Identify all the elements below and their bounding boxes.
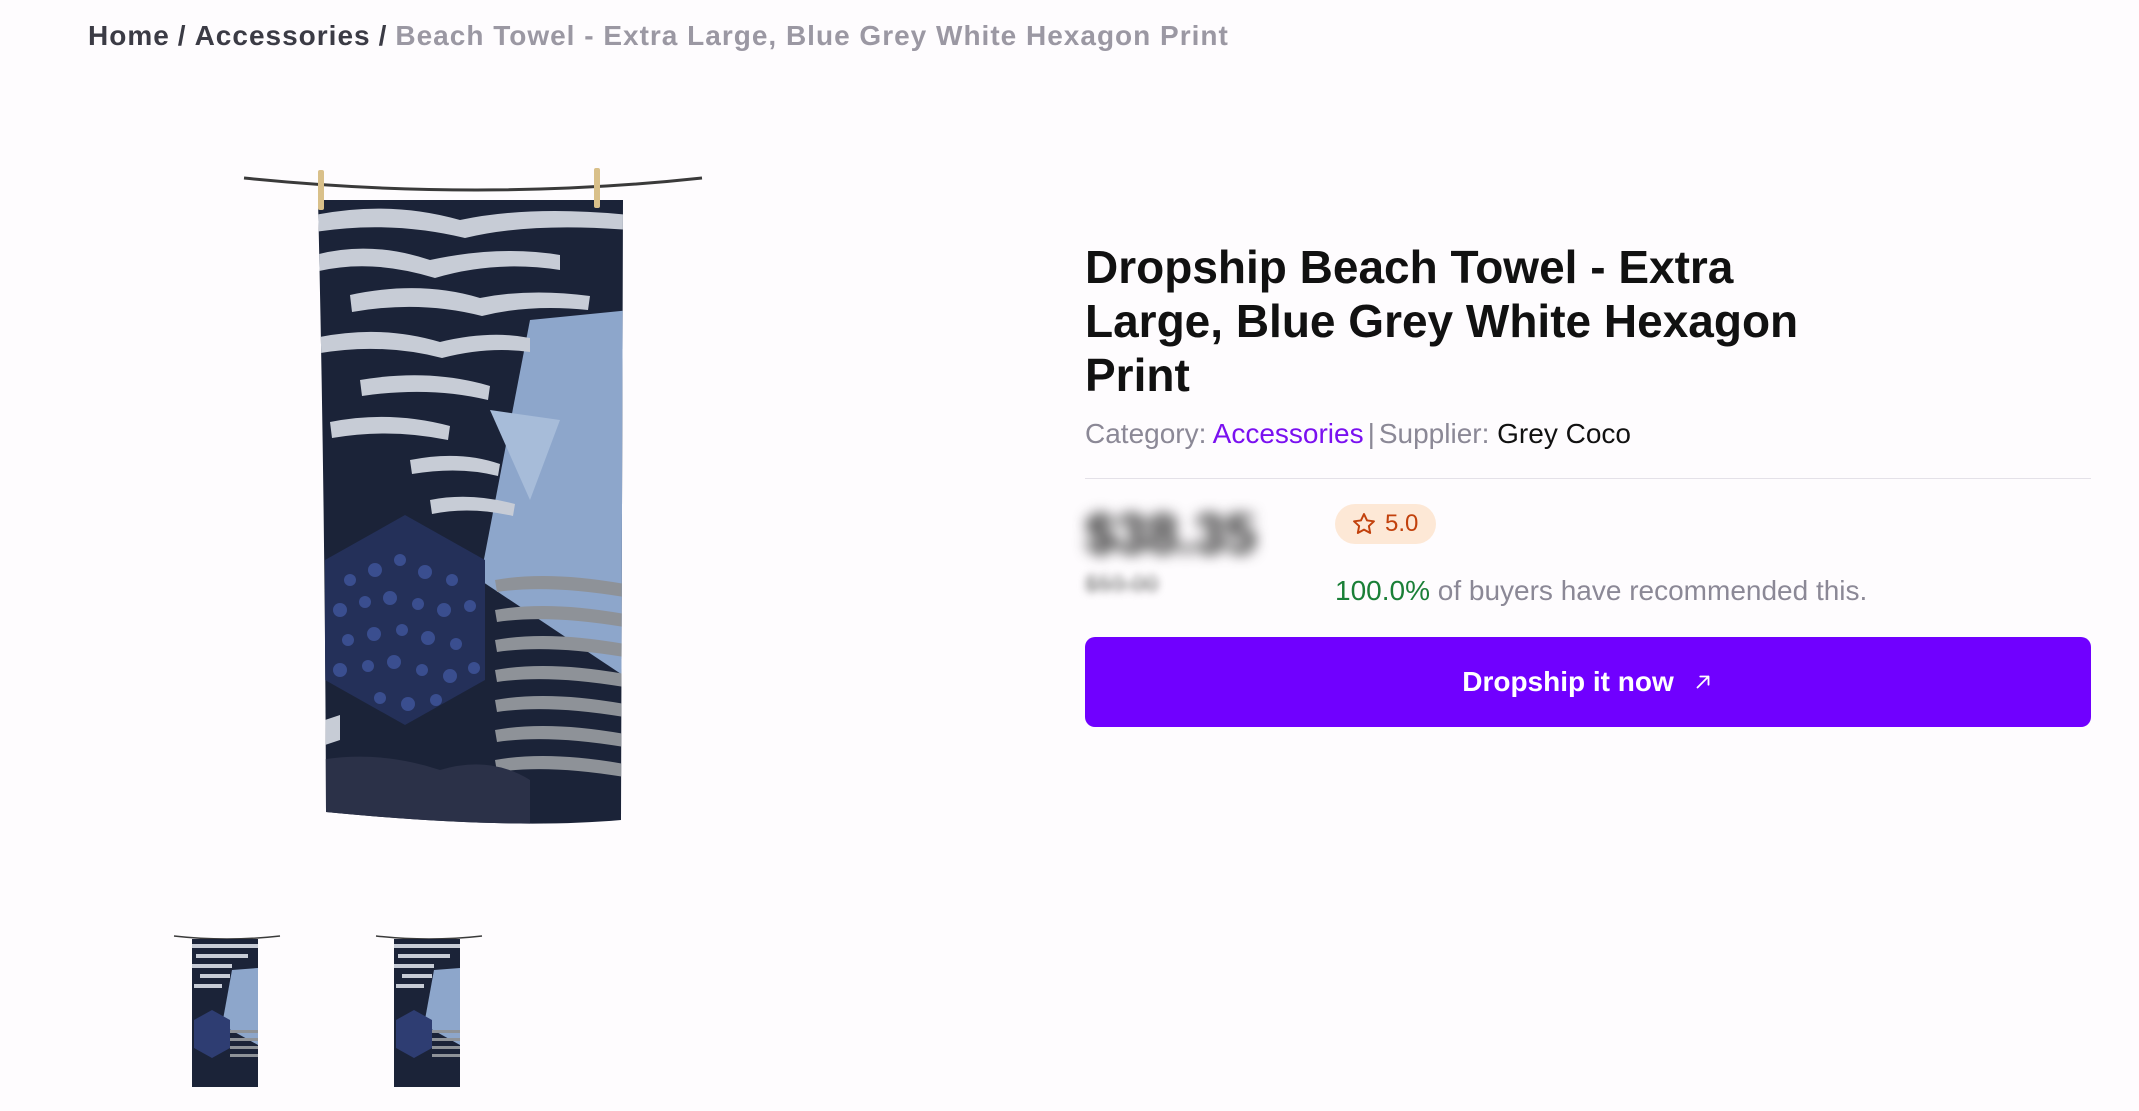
category-link[interactable]: Accessories [1213,418,1364,449]
supplier-name: Grey Coco [1497,418,1631,449]
product-thumbnail[interactable] [172,930,282,1090]
breadcrumb-separator: / [378,20,388,51]
product-meta: Category: Accessories | Supplier: Grey Coc… [1085,418,2091,450]
breadcrumb-separator: / [177,20,187,51]
star-outline-icon [1353,513,1375,534]
product-price: $38.35 [1085,502,1257,565]
arrow-up-right-icon [1696,675,1710,689]
rating-badge: 5.0 [1335,504,1437,544]
original-price: $59.00 [1085,571,1159,598]
category-label: Category: [1085,418,1207,449]
meta-divider: | [1367,418,1375,449]
breadcrumb-current: Beach Towel - Extra Large, Blue Grey Whi… [395,20,1229,51]
product-thumbnail[interactable] [374,930,484,1090]
breadcrumb: Home / Accessories / Beach Towel - Extra Lar… [88,20,1229,52]
recommend-label: of buyers have recommended this. [1437,575,1868,606]
product-title: Dropship Beach Towel - Extra Large, Blue… [1085,241,1799,401]
rating-value: 5.0 [1385,510,1419,537]
product-main-image[interactable] [230,160,730,840]
price-row: $38.35 $59.00 5.0 100.0% of buyers have … [1085,479,2091,629]
breadcrumb-home-link[interactable]: Home [88,20,170,51]
recommend-percentage: 100.0% [1335,575,1430,606]
towel-thumbnail-image [173,935,281,1087]
towel-image [243,168,703,824]
breadcrumb-category-link[interactable]: Accessories [195,20,371,51]
recommendation-text: 100.0% of buyers have recommended this. [1335,575,1867,607]
dropship-now-label: Dropship it now [1462,666,1674,697]
dropship-now-button[interactable]: Dropship it now [1085,637,2091,727]
product-info: Dropship Beach Towel - Extra Large, Blue… [1085,240,2091,727]
supplier-label: Supplier: [1378,418,1490,449]
towel-thumbnail-image [375,935,483,1087]
